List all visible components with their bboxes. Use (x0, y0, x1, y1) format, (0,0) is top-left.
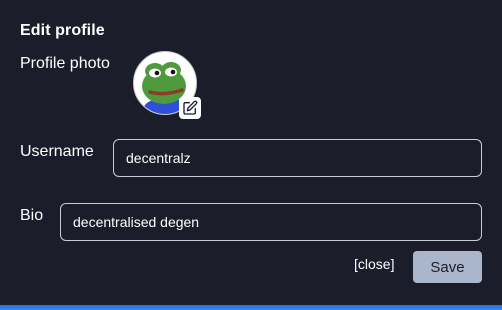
edit-pencil-icon[interactable] (179, 97, 201, 119)
profile-photo[interactable] (133, 51, 201, 119)
close-link[interactable]: [close] (354, 256, 394, 272)
save-button[interactable]: Save (413, 251, 482, 283)
bottom-accent-bar (0, 305, 502, 310)
username-label: Username (20, 143, 94, 160)
edit-profile-dialog: Edit profile Profile photo Username dece… (0, 0, 502, 306)
bio-input[interactable] (60, 203, 482, 241)
profile-photo-label: Profile photo (20, 55, 110, 72)
dialog-title: Edit profile (20, 22, 105, 39)
username-input[interactable] (113, 139, 482, 177)
bio-label: Bio (20, 207, 44, 224)
